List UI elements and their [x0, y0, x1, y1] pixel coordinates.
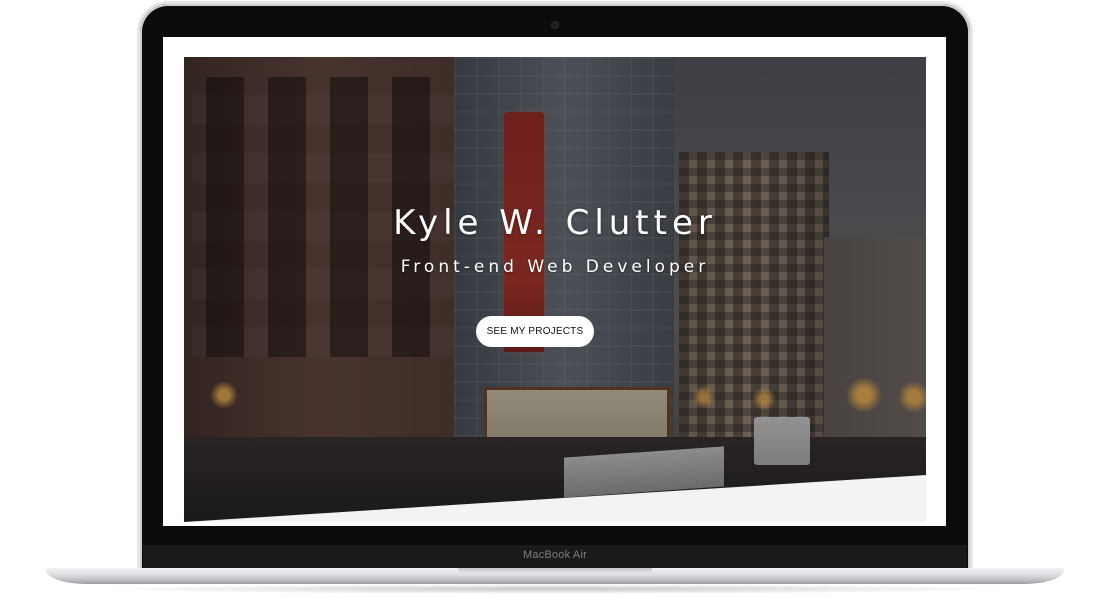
laptop-brand-label: MacBook Air: [523, 549, 587, 561]
hero-subtitle: Front-end Web Developer: [400, 257, 710, 277]
hero-section: Kyle W. Clutter Front-end Web Developer …: [184, 57, 926, 522]
laptop-shadow: [90, 584, 1020, 594]
webcam-icon: [552, 22, 558, 28]
hero-dark-overlay: [184, 57, 926, 522]
laptop-mockup: Kyle W. Clutter Front-end Web Developer …: [0, 0, 1110, 598]
laptop-opening-notch: [458, 568, 652, 574]
see-my-projects-button[interactable]: SEE MY PROJECTS: [476, 316, 594, 347]
laptop-screen: Kyle W. Clutter Front-end Web Developer …: [163, 37, 946, 526]
hero-title: Kyle W. Clutter: [393, 203, 717, 243]
